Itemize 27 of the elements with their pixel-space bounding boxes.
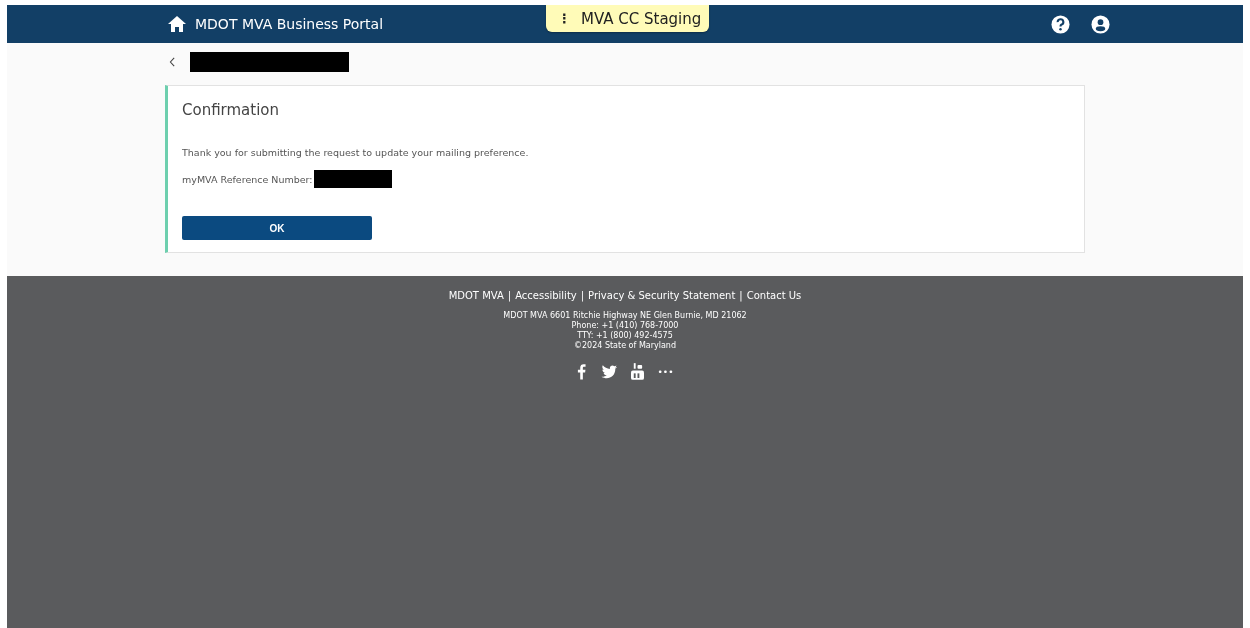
footer-link[interactable]: Contact Us	[746, 290, 802, 301]
address-line: TTY: +1 (800) 492-4575	[577, 331, 673, 341]
footer-link[interactable]: Accessibility	[515, 290, 577, 301]
bird-icon[interactable]	[599, 364, 617, 379]
confirmation-message: Thank you for submitting the request to update your mailing preference.	[182, 147, 530, 158]
help-icon[interactable]	[1051, 14, 1070, 34]
card-title: Confirmation	[182, 101, 281, 119]
link-separator: |	[580, 290, 585, 301]
address-line: ©2024 State of Maryland	[574, 341, 676, 351]
footer-link[interactable]: Privacy & Security Statement	[588, 290, 736, 301]
facebook-icon[interactable]	[576, 363, 586, 380]
link-separator: |	[739, 290, 743, 301]
home-link[interactable]: MDOT MVA Business Portal	[167, 15, 384, 33]
reference-label: myMVA Reference Number:	[182, 173, 313, 185]
address-line: Phone: +1 (410) 768-7000	[571, 321, 679, 331]
menu-glyph: ⋮	[558, 11, 571, 26]
home-icon	[167, 15, 187, 33]
chevron-left-icon	[169, 57, 176, 67]
link-separator: |	[507, 290, 512, 301]
video-icon[interactable]	[630, 363, 644, 380]
more-button[interactable]: •••	[657, 366, 674, 377]
footer-link[interactable]: MDOT MVA	[448, 290, 504, 301]
ok-button[interactable]: OK	[182, 216, 372, 240]
environment-label: MVA CC Staging	[581, 9, 702, 28]
environment-badge[interactable]: ⋮ MVA CC Staging	[546, 5, 710, 32]
address-line: MDOT MVA 6601 Ritchie Highway NE Glen Burnie, MD 21062	[503, 311, 747, 321]
account-icon[interactable]	[1091, 14, 1110, 34]
